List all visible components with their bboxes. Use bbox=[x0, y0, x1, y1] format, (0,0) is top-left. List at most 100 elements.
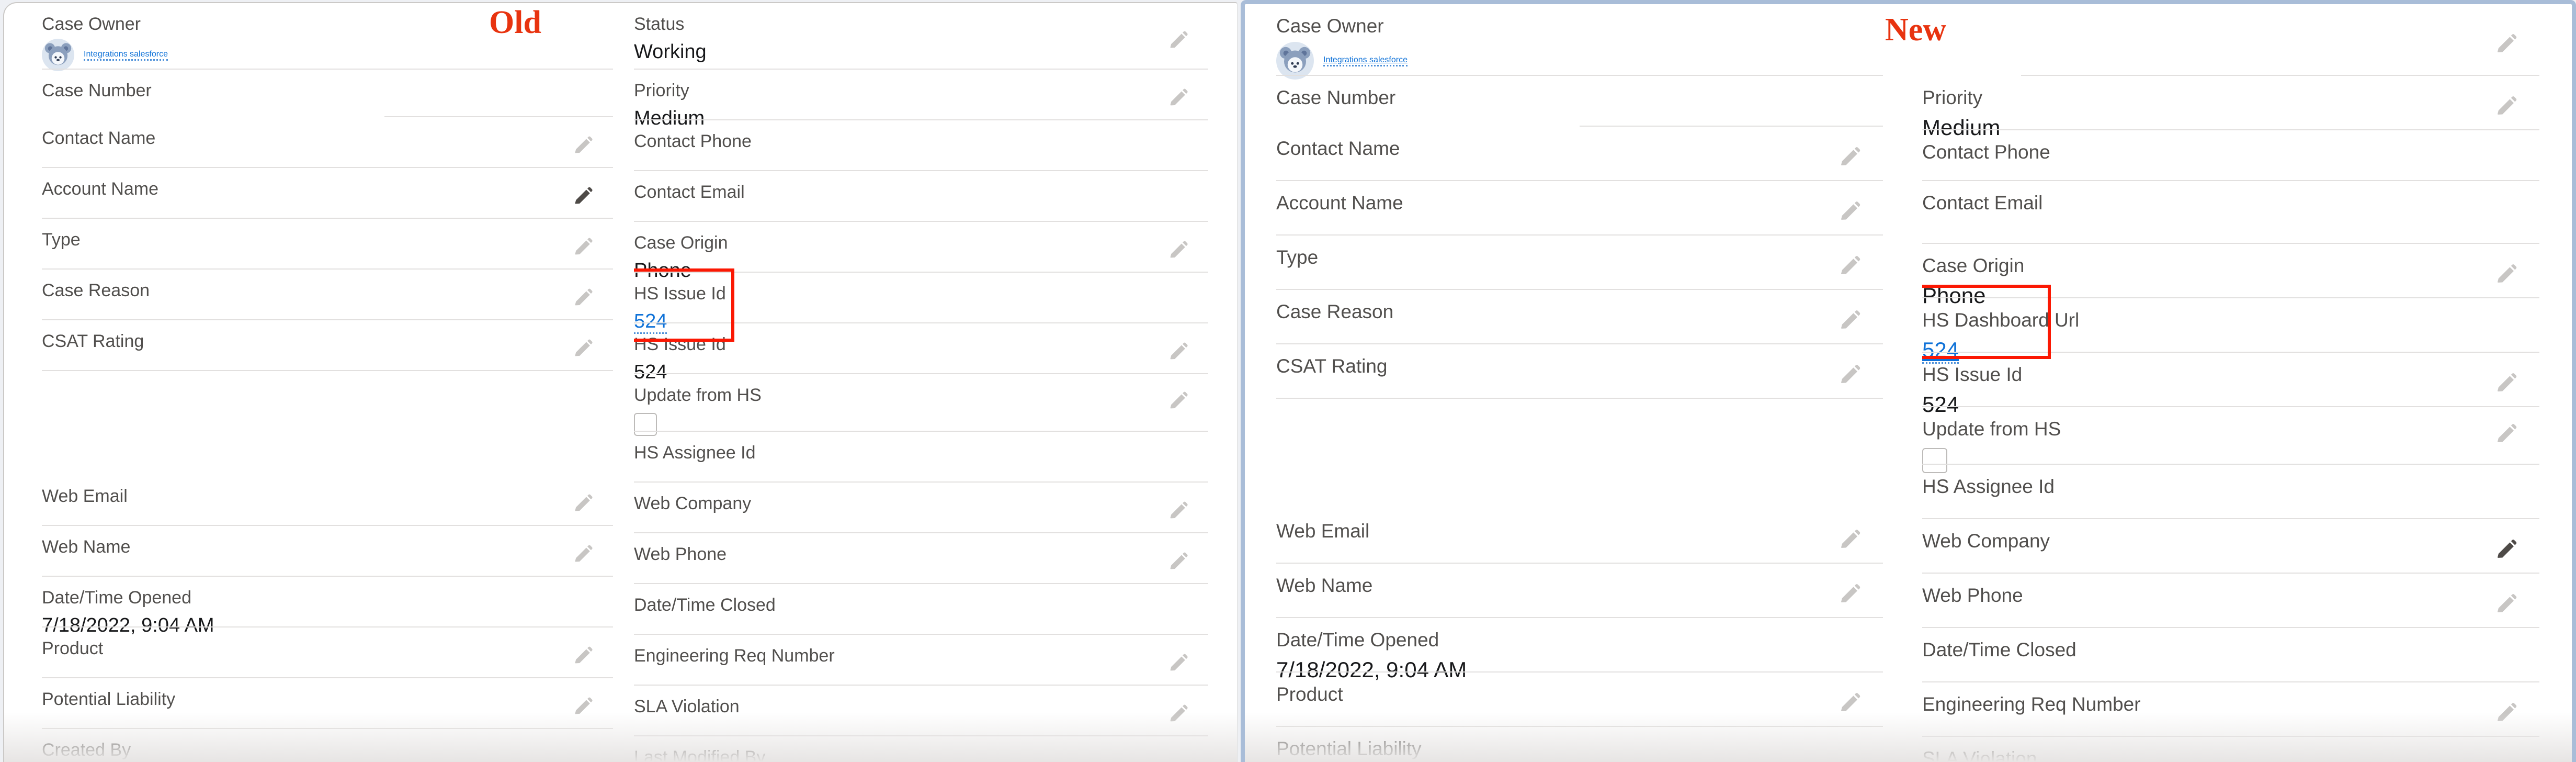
field-label: Last Modified By bbox=[634, 736, 1208, 762]
field-row-update-from-hs: Update from HS bbox=[1922, 407, 2539, 465]
field-row-contact-name: Contact Name bbox=[42, 117, 613, 168]
field-label: Update from HS bbox=[1922, 407, 2539, 441]
field-row-web-email: Web Email bbox=[1276, 509, 1883, 564]
field-label: SLA Violation bbox=[1922, 737, 2539, 762]
edit-pencil-icon[interactable] bbox=[572, 185, 594, 207]
edit-pencil-icon[interactable] bbox=[1838, 308, 1862, 332]
field-label: Web Company bbox=[634, 483, 1208, 514]
edit-pencil-icon[interactable] bbox=[1838, 362, 1862, 386]
field-row-account-name: Account Name bbox=[42, 168, 613, 219]
field-row-case-reason: Case Reason bbox=[42, 270, 613, 320]
field-row-web-company: Web Company bbox=[1922, 519, 2539, 574]
field-label: Account Name bbox=[42, 168, 613, 199]
field-label: Case Number bbox=[42, 70, 613, 101]
field-label: Web Phone bbox=[1922, 574, 2539, 607]
field-row-created-by: Created By Integrations salesforce7/18/2… bbox=[42, 729, 613, 762]
new-panel-left-column: Case Owner Integrations salesforceCase N… bbox=[1276, 4, 1883, 762]
user-link[interactable]: Integrations salesforce bbox=[1323, 55, 1408, 66]
edit-pencil-icon[interactable] bbox=[572, 236, 594, 257]
field-row-csat-rating: CSAT Rating bbox=[42, 320, 613, 371]
field-row-type: Type bbox=[1276, 236, 1883, 290]
field-row-web-phone: Web Phone bbox=[1922, 574, 2539, 628]
field-row-hs-assignee-id: HS Assignee Id bbox=[634, 432, 1208, 483]
user-value: Integrations salesforce bbox=[42, 39, 613, 71]
field-label: Type bbox=[42, 219, 613, 250]
edit-pencil-icon[interactable] bbox=[1838, 199, 1862, 223]
edit-pencil-icon[interactable] bbox=[572, 644, 594, 666]
field-row-update-from-hs: Update from HS bbox=[634, 374, 1208, 432]
edit-pencil-icon[interactable] bbox=[1167, 499, 1189, 521]
field-label: Case Reason bbox=[1276, 290, 1883, 323]
row-spacer bbox=[1276, 399, 1883, 509]
edit-pencil-icon[interactable] bbox=[572, 337, 594, 359]
edit-pencil-icon[interactable] bbox=[572, 543, 594, 565]
field-row-web-name: Web Name bbox=[1276, 564, 1883, 618]
field-row-type: Type bbox=[42, 219, 613, 270]
edit-pencil-icon[interactable] bbox=[2494, 31, 2518, 55]
edit-pencil-icon[interactable] bbox=[1838, 253, 1862, 277]
edit-pencil-icon[interactable] bbox=[1838, 527, 1862, 551]
field-row-case-origin: Case OriginPhone bbox=[1922, 244, 2539, 298]
field-label: Web Name bbox=[42, 526, 613, 557]
edit-pencil-icon[interactable] bbox=[2494, 94, 2518, 118]
field-row-unlabeled bbox=[1922, 4, 2539, 76]
edit-pencil-icon[interactable] bbox=[1167, 29, 1189, 51]
edit-pencil-icon[interactable] bbox=[1167, 86, 1189, 108]
field-label: Web Email bbox=[42, 475, 613, 507]
field-label: Product bbox=[42, 627, 613, 659]
edit-pencil-icon[interactable] bbox=[1838, 690, 1862, 714]
field-row-contact-email: Contact Email bbox=[634, 171, 1208, 222]
edit-pencil-icon[interactable] bbox=[572, 134, 594, 156]
field-row-web-phone: Web Phone bbox=[634, 533, 1208, 584]
old-case-detail-panel: Case Owner Integrations salesforceCase N… bbox=[3, 2, 1238, 762]
edit-pencil-icon[interactable] bbox=[2494, 371, 2518, 395]
edit-pencil-icon[interactable] bbox=[1167, 340, 1189, 362]
user-link[interactable]: Integrations salesforce bbox=[84, 50, 168, 61]
field-row-product: Product bbox=[42, 627, 613, 678]
field-label: Status bbox=[634, 3, 1208, 35]
field-label: Date/Time Closed bbox=[634, 584, 1208, 615]
field-label: Case Origin bbox=[1922, 244, 2539, 277]
field-row-case-reason: Case Reason bbox=[1276, 290, 1883, 344]
edit-pencil-icon[interactable] bbox=[1167, 239, 1189, 261]
edit-pencil-icon[interactable] bbox=[2494, 591, 2518, 615]
field-row-case-owner: Case Owner Integrations salesforce bbox=[1276, 4, 1883, 76]
field-row-hs-assignee-id: HS Assignee Id bbox=[1922, 465, 2539, 519]
field-row-date-time-closed: Date/Time Closed bbox=[1922, 628, 2539, 682]
field-row-case-number: Case Number bbox=[1276, 76, 1883, 127]
edit-pencil-icon[interactable] bbox=[1167, 702, 1189, 724]
edit-pencil-icon[interactable] bbox=[2494, 421, 2518, 445]
field-label: Contact Email bbox=[1922, 181, 2539, 215]
old-panel-left-column: Case Owner Integrations salesforceCase N… bbox=[42, 3, 613, 762]
field-label: Created By bbox=[42, 729, 613, 760]
field-label: Priority bbox=[634, 70, 1208, 101]
field-label: Contact Name bbox=[1276, 127, 1883, 160]
field-label: HS Assignee Id bbox=[1922, 465, 2539, 498]
field-label: Case Owner bbox=[1276, 4, 1883, 38]
field-row-hs-issue-id: HS Issue Id524 bbox=[634, 323, 1208, 374]
edit-pencil-icon[interactable] bbox=[1167, 389, 1189, 411]
edit-pencil-icon[interactable] bbox=[1167, 652, 1189, 674]
edit-pencil-icon[interactable] bbox=[2494, 700, 2518, 724]
edit-pencil-icon[interactable] bbox=[572, 695, 594, 717]
edit-pencil-icon[interactable] bbox=[572, 286, 594, 308]
edit-pencil-icon[interactable] bbox=[572, 492, 594, 514]
edit-pencil-icon[interactable] bbox=[2494, 537, 2518, 561]
row-spacer bbox=[42, 371, 613, 475]
field-label: Priority bbox=[1922, 76, 2539, 109]
user-avatar-icon bbox=[42, 39, 74, 71]
field-row-hs-issue-id: HS Issue Id524 bbox=[1922, 353, 2539, 407]
field-label: CSAT Rating bbox=[42, 320, 613, 352]
edit-pencil-icon[interactable] bbox=[1167, 550, 1189, 572]
field-row-sla-violation: SLA Violation bbox=[634, 686, 1208, 736]
field-row-priority: PriorityMedium bbox=[1922, 76, 2539, 130]
field-label: CSAT Rating bbox=[1276, 344, 1883, 378]
edit-pencil-icon[interactable] bbox=[1838, 581, 1862, 606]
field-label: Potential Liability bbox=[42, 678, 613, 710]
field-label: Product bbox=[1276, 673, 1883, 706]
field-label: Date/Time Closed bbox=[1922, 628, 2539, 662]
field-label: HS Issue Id bbox=[634, 273, 1208, 304]
edit-pencil-icon[interactable] bbox=[2494, 262, 2518, 286]
field-label: Contact Email bbox=[634, 171, 1208, 203]
edit-pencil-icon[interactable] bbox=[1838, 144, 1862, 169]
